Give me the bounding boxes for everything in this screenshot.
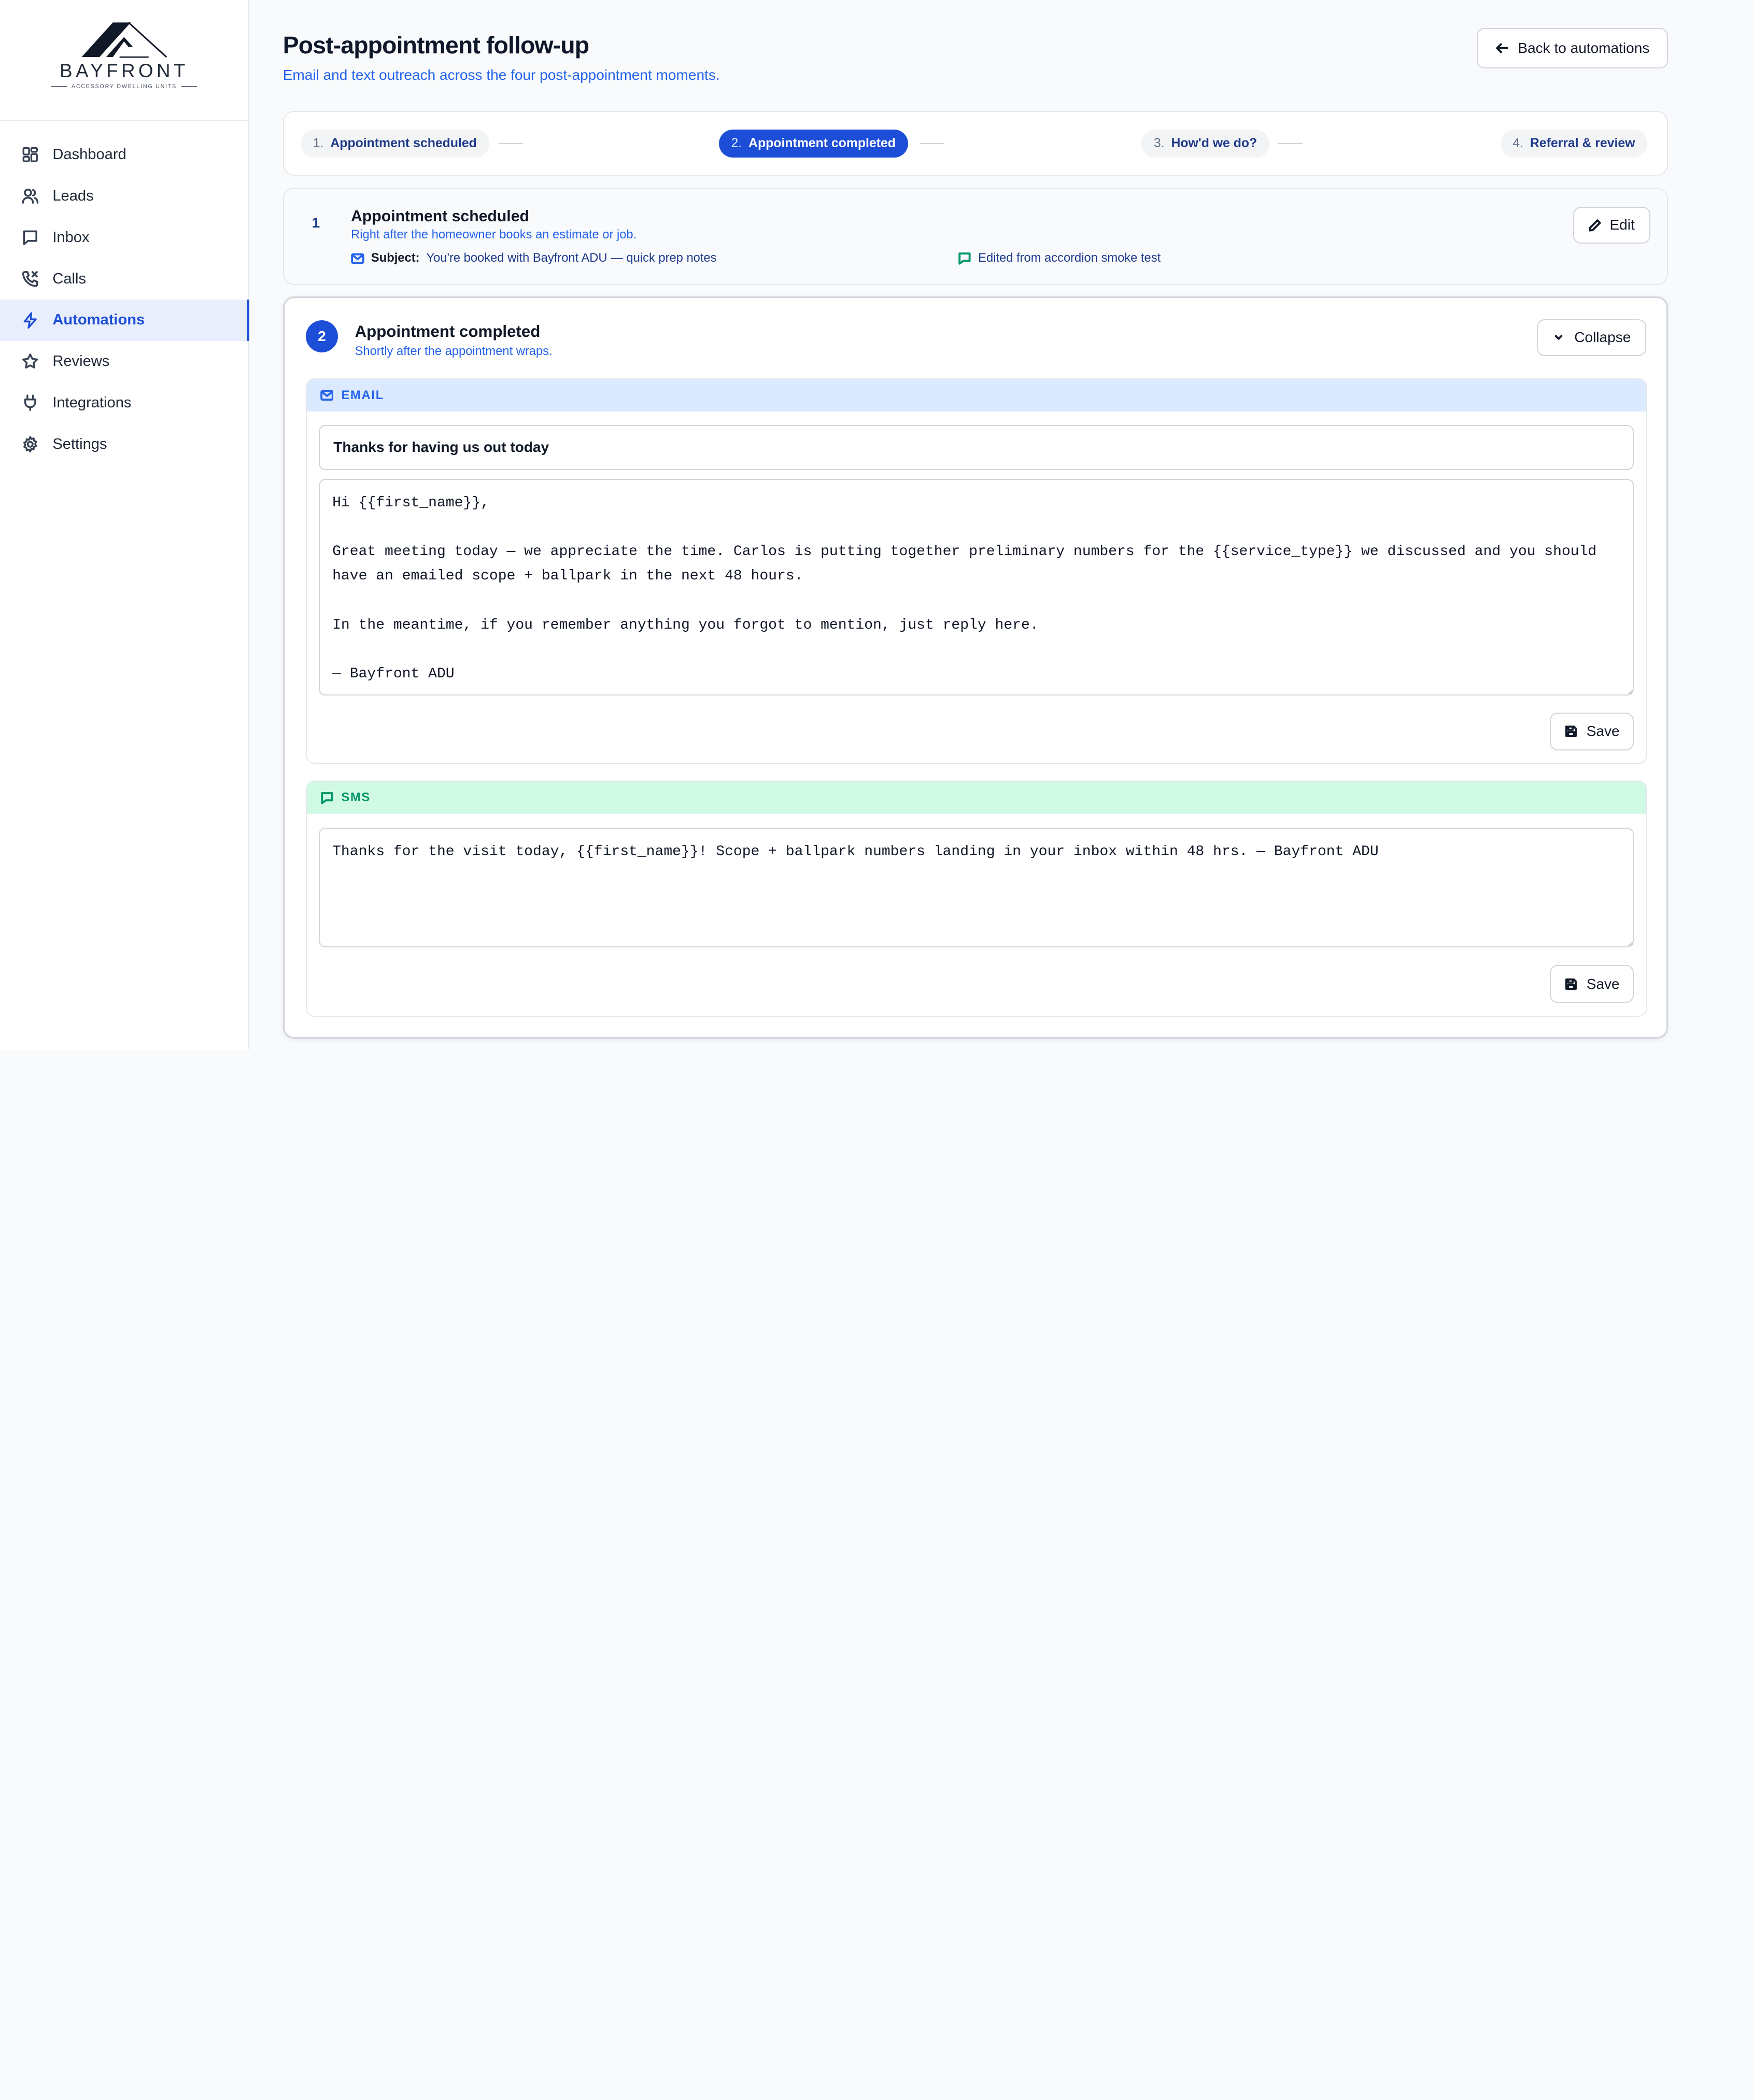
- step-appointment-scheduled[interactable]: 1. Appointment scheduled: [301, 130, 489, 158]
- back-to-automations-button[interactable]: Back to automations: [1477, 27, 1669, 68]
- moment-description: Right after the homeowner books an estim…: [351, 228, 637, 242]
- sidebar: BAYFRONT ACCESSORY DWELLING UNITS Dashbo…: [0, 0, 250, 1050]
- email-panel-header: EMAIL: [306, 379, 1647, 412]
- save-sms-button[interactable]: Save: [1550, 965, 1634, 1003]
- sms-preview-text: Edited from accordion smoke test: [978, 251, 1161, 265]
- sms-preview: Edited from accordion smoke test: [958, 251, 1161, 265]
- sms-body-textarea[interactable]: Thanks for the visit today, {{first_name…: [319, 827, 1634, 947]
- step-navigator: 1. Appointment scheduled 2. Appointment …: [282, 110, 1669, 176]
- step-connector: [920, 143, 945, 145]
- chat-icon: [958, 252, 971, 265]
- email-panel: EMAIL Hi {{first_name}}, Great meeting t…: [305, 378, 1648, 764]
- moment-index-badge: 2: [305, 320, 338, 353]
- step-number: 3.: [1153, 136, 1165, 150]
- chat-icon: [320, 792, 333, 804]
- email-body-textarea[interactable]: Hi {{first_name}}, Great meeting today —…: [319, 478, 1634, 696]
- moment-card-appointment-scheduled[interactable]: 1 Appointment scheduled Right after the …: [282, 188, 1669, 286]
- sidebar-item-label: Settings: [52, 435, 107, 452]
- sidebar-nav: Dashboard Leads Inbox Calls Automations …: [0, 121, 250, 465]
- brand-tagline: ACCESSORY DWELLING UNITS: [51, 83, 197, 90]
- sidebar-item-label: Leads: [52, 188, 94, 205]
- step-number: 4.: [1512, 136, 1523, 150]
- main-content: Post-appointment follow-up Email and tex…: [249, 0, 1753, 1049]
- sidebar-item-inbox[interactable]: Inbox: [0, 217, 248, 258]
- dashboard-icon: [22, 147, 38, 163]
- phone-icon: [22, 271, 38, 287]
- step-referral-review[interactable]: 4. Referral & review: [1500, 130, 1648, 158]
- moment-description: Shortly after the appointment wraps.: [355, 345, 553, 359]
- sidebar-item-leads[interactable]: Leads: [0, 176, 248, 217]
- save-icon: [1565, 978, 1577, 990]
- subject-text: You're booked with Bayfront ADU — quick …: [426, 251, 717, 265]
- brand-name: BAYFRONT: [60, 60, 189, 82]
- sidebar-item-label: Automations: [52, 311, 145, 329]
- edit-button-label: Edit: [1609, 217, 1635, 233]
- message-icon: [23, 230, 37, 245]
- star-icon: [22, 353, 38, 369]
- edit-button[interactable]: Edit: [1573, 206, 1650, 244]
- step-label: Appointment scheduled: [330, 136, 477, 150]
- moment-index: 1: [312, 214, 320, 231]
- mail-icon: [351, 253, 364, 264]
- sidebar-item-settings[interactable]: Settings: [0, 423, 248, 465]
- sidebar-item-label: Dashboard: [52, 146, 126, 163]
- sidebar-item-dashboard[interactable]: Dashboard: [0, 134, 248, 176]
- sidebar-item-label: Integrations: [52, 394, 132, 411]
- step-number: 2.: [731, 136, 742, 150]
- collapse-button-label: Collapse: [1574, 329, 1631, 346]
- gear-icon: [23, 436, 37, 453]
- sidebar-item-integrations[interactable]: Integrations: [0, 382, 248, 424]
- lightning-icon: [23, 312, 37, 329]
- save-button-label: Save: [1586, 723, 1620, 740]
- email-heading: EMAIL: [341, 388, 384, 402]
- step-connector: [498, 143, 524, 145]
- pencil-icon: [1589, 219, 1602, 232]
- back-button-label: Back to automations: [1518, 39, 1650, 56]
- page-subtitle: Email and text outreach across the four …: [282, 67, 720, 83]
- chevron-down-icon: [1554, 335, 1563, 340]
- step-appointment-completed[interactable]: 2. Appointment completed: [718, 130, 908, 158]
- sms-panel-header: SMS: [306, 782, 1647, 814]
- save-icon: [1565, 726, 1577, 737]
- app-window: BAYFRONT ACCESSORY DWELLING UNITS Dashbo…: [0, 0, 1753, 1050]
- collapse-button[interactable]: Collapse: [1536, 319, 1646, 356]
- mail-icon: [320, 390, 334, 401]
- email-subject-preview: Subject: You're booked with Bayfront ADU…: [351, 251, 716, 265]
- subject-label: Subject:: [371, 251, 420, 265]
- step-label: Referral & review: [1530, 136, 1635, 150]
- moment-card-appointment-completed: 2 Appointment completed Shortly after th…: [282, 296, 1669, 1039]
- save-button-label: Save: [1586, 975, 1620, 992]
- sidebar-item-reviews[interactable]: Reviews: [0, 341, 248, 382]
- email-subject-input[interactable]: [319, 425, 1634, 470]
- step-number: 1.: [313, 136, 324, 150]
- brand-logo[interactable]: BAYFRONT ACCESSORY DWELLING UNITS: [0, 0, 248, 121]
- moment-title: Appointment scheduled: [351, 208, 529, 225]
- sms-panel: SMS Thanks for the visit today, {{first_…: [305, 781, 1648, 1017]
- step-connector: [1278, 143, 1303, 145]
- moment-title: Appointment completed: [355, 322, 541, 341]
- plug-icon: [24, 394, 36, 412]
- sidebar-item-automations[interactable]: Automations: [0, 300, 250, 341]
- sidebar-item-label: Calls: [52, 270, 87, 287]
- sidebar-item-label: Reviews: [52, 353, 110, 370]
- step-how-did-we-do[interactable]: 3. How'd we do?: [1141, 130, 1269, 158]
- save-email-button[interactable]: Save: [1550, 712, 1634, 750]
- sidebar-item-calls[interactable]: Calls: [0, 258, 248, 300]
- step-label: Appointment completed: [748, 136, 896, 150]
- arrow-left-icon: [1496, 43, 1508, 53]
- users-icon: [22, 189, 39, 204]
- sidebar-item-label: Inbox: [52, 229, 90, 246]
- step-label: How'd we do?: [1171, 136, 1257, 150]
- sms-heading: SMS: [341, 791, 371, 805]
- page-title: Post-appointment follow-up: [282, 32, 589, 59]
- house-roof-icon: [81, 22, 167, 58]
